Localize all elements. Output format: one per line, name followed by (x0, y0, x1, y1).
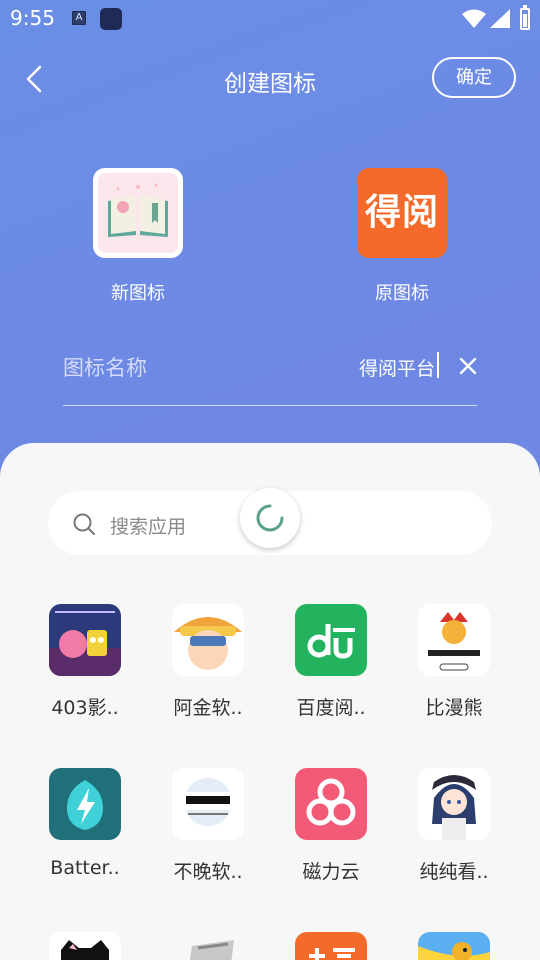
app-label: 不晚软.. (173, 861, 243, 883)
signal-icon (490, 9, 510, 28)
new-icon-preview[interactable] (93, 168, 183, 258)
battery-icon (520, 5, 530, 30)
bear-logo-icon (418, 604, 490, 676)
app-label: 纯纯看.. (419, 861, 489, 883)
fish-app-icon (418, 932, 490, 960)
new-icon-caption: 新图标 (111, 283, 165, 304)
icon-name-label: 图标名称 (63, 356, 147, 380)
clear-icon[interactable] (456, 354, 480, 378)
original-icon-caption: 原图标 (375, 283, 429, 304)
book-app-icon (172, 932, 244, 960)
notification-a-icon: A (72, 11, 86, 25)
du-logo-icon (295, 604, 367, 676)
original-icon-preview: 得阅 (357, 168, 447, 258)
status-time: 9:55 (10, 6, 55, 30)
original-icon-text: 得阅 (364, 192, 439, 233)
app-label: Batter.. (50, 857, 120, 879)
app-label: 比漫熊 (425, 697, 483, 719)
loading-spinner (240, 488, 300, 548)
app-label: 403影.. (51, 697, 119, 719)
notification-app-icon (100, 8, 122, 30)
cartoon-boy-icon (172, 604, 244, 676)
status-bar: 9:55 A (0, 0, 540, 38)
text-caret (437, 352, 439, 378)
input-underline (63, 405, 477, 406)
wifi-icon (462, 9, 486, 28)
app-label: 阿金软.. (173, 697, 243, 719)
search-icon (73, 513, 95, 535)
app-label: 百度阅.. (296, 697, 366, 719)
confirm-button[interactable]: 确定 (432, 57, 516, 98)
loading-ring-icon (256, 504, 284, 532)
anime-girl-icon (418, 768, 490, 840)
icon-name-input[interactable]: 得阅平台 (359, 354, 435, 381)
buwan-logo-icon (172, 768, 244, 840)
orange-app-icon (295, 932, 367, 960)
battery-bolt-icon (49, 768, 121, 840)
app-label: 磁力云 (302, 861, 360, 883)
movie-poster-icon (49, 604, 121, 676)
cat-app-icon (49, 932, 121, 960)
search-input[interactable]: 搜索应用 (110, 512, 186, 539)
magnet-cloud-icon (295, 768, 367, 840)
open-book-icon (108, 183, 168, 237)
